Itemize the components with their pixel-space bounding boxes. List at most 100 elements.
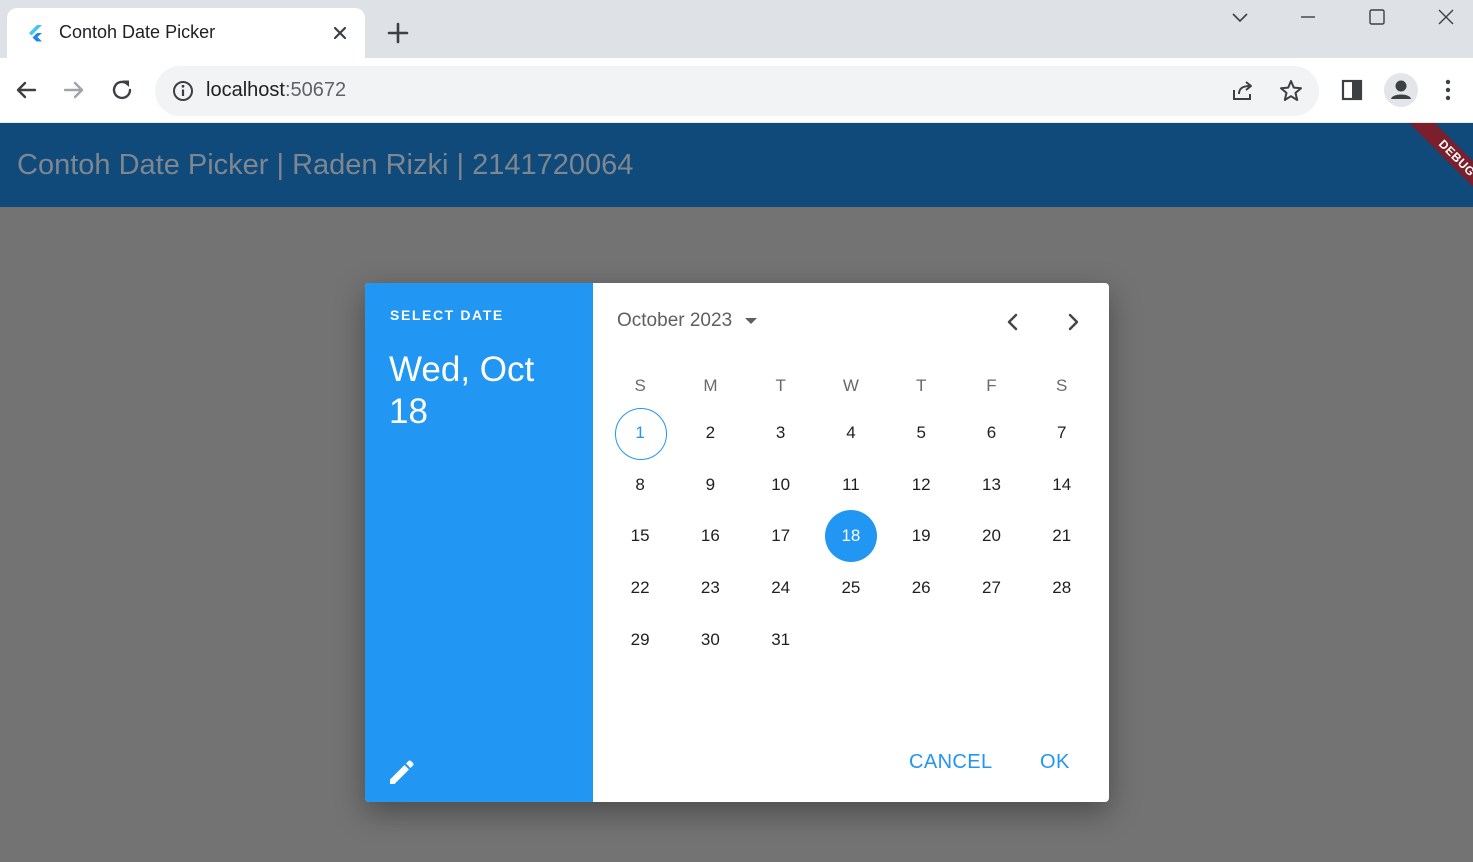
calendar-day-number: 18 — [841, 526, 861, 546]
url-port: :50672 — [284, 79, 347, 101]
calendar-day-today[interactable]: 1 — [605, 407, 675, 460]
profile-icon[interactable] — [1384, 73, 1418, 107]
maximize-icon[interactable] — [1365, 6, 1389, 30]
calendar-day[interactable]: 14 — [1027, 459, 1097, 511]
calendar-day-number: 21 — [1052, 526, 1072, 546]
app-title: Contoh Date Picker | Raden Rizki | 21417… — [17, 149, 634, 181]
calendar-day[interactable]: 7 — [1027, 407, 1097, 459]
calendar-day[interactable]: 3 — [746, 407, 816, 459]
calendar-day[interactable]: 29 — [605, 614, 675, 666]
debug-banner: DEBUG — [1393, 123, 1473, 203]
calendar-grid: S M T W T F S 1 2 3 4 5 6 7 8 9 10 11 12 13 14 15 16 17 18 19 20 21… — [605, 365, 1097, 666]
calendar-day[interactable]: 12 — [886, 459, 956, 511]
calendar-day[interactable]: 22 — [605, 562, 675, 614]
calendar-day-number: 4 — [846, 422, 856, 442]
tab-title: Contoh Date Picker — [59, 22, 216, 42]
tab-strip: Contoh Date Picker — [0, 0, 1473, 58]
month-year-dropdown[interactable]: October 2023 — [617, 309, 760, 333]
selected-date-label: Wed, Oct 18 — [389, 350, 535, 431]
calendar-day[interactable]: 31 — [746, 614, 816, 666]
calendar-day[interactable]: 10 — [746, 459, 816, 511]
date-picker-dialog: SELECT DATE Wed, Oct 18 October 2023 S M T… — [365, 283, 1109, 802]
calendar-day[interactable]: 30 — [675, 614, 745, 666]
calendar-day[interactable]: 26 — [886, 562, 956, 614]
calendar-day-number: 11 — [842, 474, 860, 494]
calendar-day-number: 20 — [981, 526, 1001, 546]
calendar-day[interactable]: 27 — [956, 562, 1026, 614]
calendar-day-number: 24 — [771, 578, 791, 598]
calendar-day[interactable]: 25 — [816, 562, 886, 614]
side-panel-icon[interactable] — [1338, 76, 1366, 104]
calendar-day[interactable]: 11 — [816, 459, 886, 511]
arrow-right-icon[interactable] — [60, 76, 88, 104]
calendar-day[interactable]: 19 — [886, 511, 956, 563]
calendar-day[interactable]: 13 — [956, 459, 1026, 511]
calendar-day[interactable]: 16 — [675, 511, 745, 563]
weekday-label: W — [842, 376, 859, 395]
calendar-panel: October 2023 S M T W T F S 1 2 3 4 5 6 7 8 9 10 11 12 13 14 1… — [593, 283, 1109, 802]
calendar-day-number: 1 — [635, 422, 645, 442]
calendar-day[interactable]: 9 — [675, 459, 745, 511]
url-host: localhost — [206, 79, 285, 101]
avatar — [1391, 80, 1411, 99]
calendar-day[interactable]: 2 — [675, 407, 745, 459]
calendar-day[interactable]: 5 — [886, 407, 956, 459]
share-icon[interactable] — [1229, 77, 1257, 105]
info-icon[interactable] — [169, 77, 197, 105]
star-icon[interactable] — [1277, 77, 1305, 105]
calendar-day[interactable]: 17 — [746, 511, 816, 563]
calendar-day[interactable]: 21 — [1027, 511, 1097, 563]
minimize-icon[interactable] — [1296, 6, 1320, 30]
calendar-day-selected[interactable]: 18 — [816, 510, 886, 563]
calendar-day[interactable]: 20 — [956, 511, 1026, 563]
calendar-day-number: 2 — [705, 422, 716, 442]
plus-icon[interactable] — [385, 20, 411, 46]
month-year-label: October 2023 — [617, 310, 733, 331]
chevron-right-icon[interactable] — [1059, 308, 1087, 336]
calendar-day-number: 31 — [771, 630, 791, 650]
calendar-day-number: 25 — [841, 578, 861, 598]
close-icon[interactable] — [329, 22, 351, 44]
calendar-day-number: 13 — [981, 474, 1001, 494]
flutter-icon — [29, 25, 42, 42]
ok-button[interactable]: OK — [1040, 751, 1070, 774]
calendar-day-number: 9 — [705, 474, 716, 494]
calendar-day-number: 3 — [775, 422, 786, 442]
weekday-label: S — [1056, 376, 1068, 395]
chevron-left-icon[interactable] — [999, 308, 1027, 336]
weekday-label: M — [703, 376, 718, 395]
calendar-day-number: 12 — [911, 474, 931, 494]
pencil-icon[interactable] — [385, 757, 417, 789]
calendar-day-number: 26 — [911, 578, 931, 598]
tab-search-icon[interactable] — [1228, 6, 1252, 30]
calendar-day-number: 19 — [911, 526, 931, 546]
calendar-day-number: 22 — [630, 578, 650, 598]
caret-down-icon — [745, 318, 758, 324]
kebab-menu-icon[interactable] — [1434, 76, 1462, 104]
calendar-day-number: 28 — [1052, 578, 1072, 598]
calendar-day[interactable]: 28 — [1027, 562, 1097, 614]
browser-tab[interactable]: Contoh Date Picker — [7, 8, 365, 58]
window-close-icon[interactable] — [1434, 6, 1458, 30]
arrow-left-icon[interactable] — [12, 76, 40, 104]
cancel-button[interactable]: CANCEL — [909, 751, 993, 774]
weekday-label: T — [916, 376, 927, 395]
calendar-day-number: 10 — [771, 474, 791, 494]
weekday-label: F — [986, 376, 997, 395]
address-bar[interactable]: localhost:50672 — [155, 66, 1319, 116]
calendar-day[interactable]: 4 — [816, 407, 886, 459]
date-picker-header: SELECT DATE Wed, Oct 18 — [365, 283, 593, 802]
weekday-label: S — [634, 376, 646, 395]
calendar-day-number: 23 — [700, 578, 720, 598]
calendar-day[interactable]: 8 — [605, 459, 675, 511]
calendar-day-number: 29 — [630, 630, 650, 650]
calendar-day[interactable]: 15 — [605, 511, 675, 563]
calendar-day[interactable]: 24 — [746, 562, 816, 614]
weekday-label: T — [775, 376, 786, 395]
calendar-day[interactable]: 6 — [956, 407, 1026, 459]
calendar-day-number: 14 — [1052, 474, 1072, 494]
help-text: SELECT DATE — [390, 307, 504, 323]
reload-icon[interactable] — [108, 76, 136, 104]
calendar-day[interactable]: 23 — [675, 562, 745, 614]
calendar-day-number: 15 — [630, 526, 650, 546]
